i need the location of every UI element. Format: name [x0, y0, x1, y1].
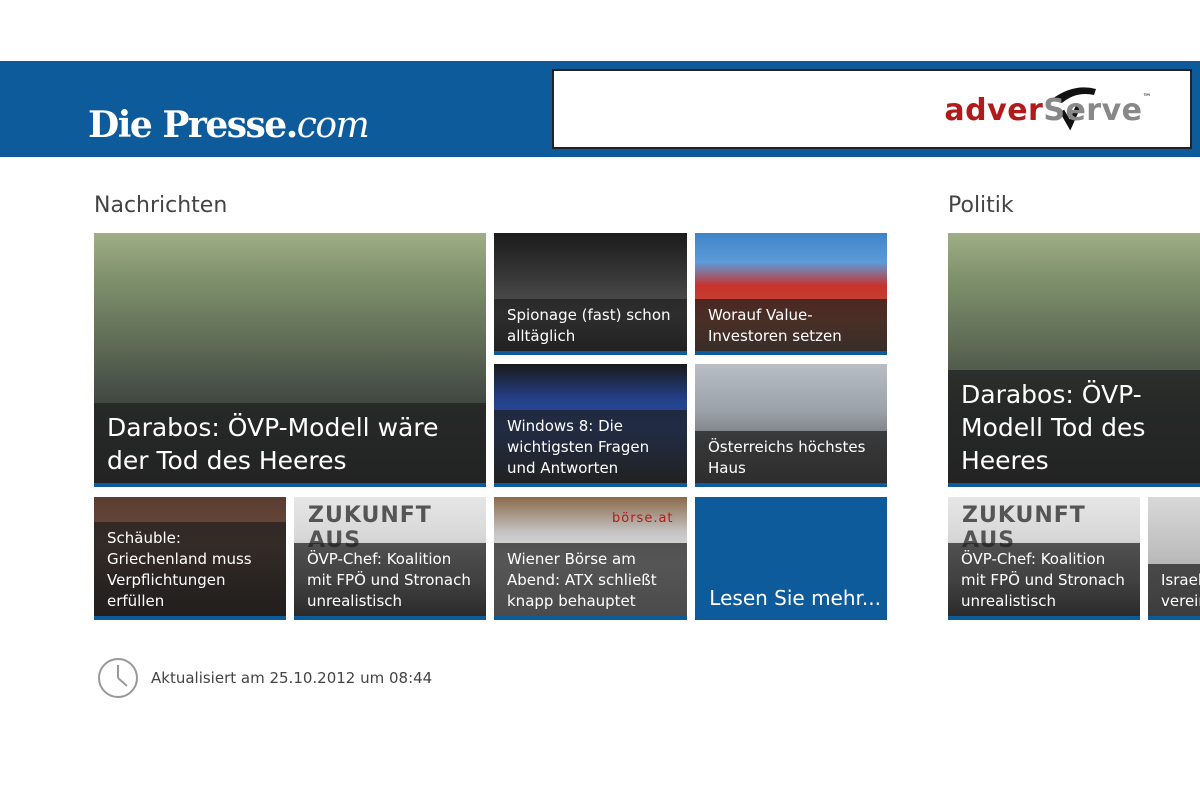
section-title-politik[interactable]: Politik	[948, 193, 1014, 218]
tile-headline: Israel verein	[1148, 564, 1200, 616]
news-tile-oevp-chef[interactable]: ZUKUNFT AUS ÖVP-Chef: Koalition mit FPÖ …	[294, 497, 486, 620]
news-tile-darabos[interactable]: Darabos: ÖVP-Modell wäre der Tod des Hee…	[94, 233, 486, 487]
tile-headline: ÖVP-Chef: Koalition mit FPÖ und Stronach…	[294, 543, 486, 616]
die-presse-logo[interactable]: Die Presse.com	[88, 107, 370, 144]
politik-tile-darabos[interactable]: Darabos: ÖVP-Modell Tod des Heeres	[948, 233, 1200, 487]
tile-headline: Österreichs höchstes Haus	[695, 431, 887, 483]
politik-tile-partial[interactable]: Israel verein	[1148, 497, 1200, 620]
news-tile-value-investoren[interactable]: Worauf Value-Investoren setzen	[695, 233, 887, 355]
news-tile-hoechstes-haus[interactable]: Österreichs höchstes Haus	[695, 364, 887, 487]
advertisement-banner[interactable]: adverServe™	[552, 69, 1192, 149]
read-more-label: Lesen Sie mehr...	[709, 586, 881, 610]
news-tile-wiener-boerse[interactable]: börse.at Wiener Börse am Abend: ATX schl…	[494, 497, 687, 620]
tile-headline: Darabos: ÖVP-Modell Tod des Heeres	[948, 370, 1200, 483]
tile-headline: Worauf Value-Investoren setzen	[695, 299, 887, 351]
politik-tile-oevp-chef[interactable]: ZUKUNFT AUS ÖVP-Chef: Koalition mit FPÖ …	[948, 497, 1140, 620]
clock-icon	[98, 658, 138, 698]
adverserve-logo: adverServe™	[944, 93, 1152, 128]
tile-headline: Schäuble: Griechenland muss Verpflichtun…	[94, 522, 286, 616]
tile-headline: Wiener Börse am Abend: ATX schließt knap…	[494, 543, 687, 616]
last-updated: Aktualisiert am 25.10.2012 um 08:44	[97, 656, 432, 700]
section-title-nachrichten[interactable]: Nachrichten	[94, 193, 227, 218]
read-more-tile[interactable]: Lesen Sie mehr...	[695, 497, 887, 620]
photo-text-boerse: börse.at	[612, 511, 674, 526]
news-tile-spionage[interactable]: Spionage (fast) schon alltäglich	[494, 233, 687, 355]
news-tile-windows8[interactable]: Windows 8: Die wichtigsten Fragen und An…	[494, 364, 687, 487]
tile-headline: ÖVP-Chef: Koalition mit FPÖ und Stronach…	[948, 543, 1140, 616]
tile-headline: Spionage (fast) schon alltäglich	[494, 299, 687, 351]
tile-headline: Darabos: ÖVP-Modell wäre der Tod des Hee…	[94, 403, 486, 483]
last-updated-text: Aktualisiert am 25.10.2012 um 08:44	[151, 669, 433, 687]
news-tile-schaeuble[interactable]: Schäuble: Griechenland muss Verpflichtun…	[94, 497, 286, 620]
app-header: Die Presse.com adverServe™	[0, 61, 1200, 157]
tile-headline: Windows 8: Die wichtigsten Fragen und An…	[494, 410, 687, 483]
